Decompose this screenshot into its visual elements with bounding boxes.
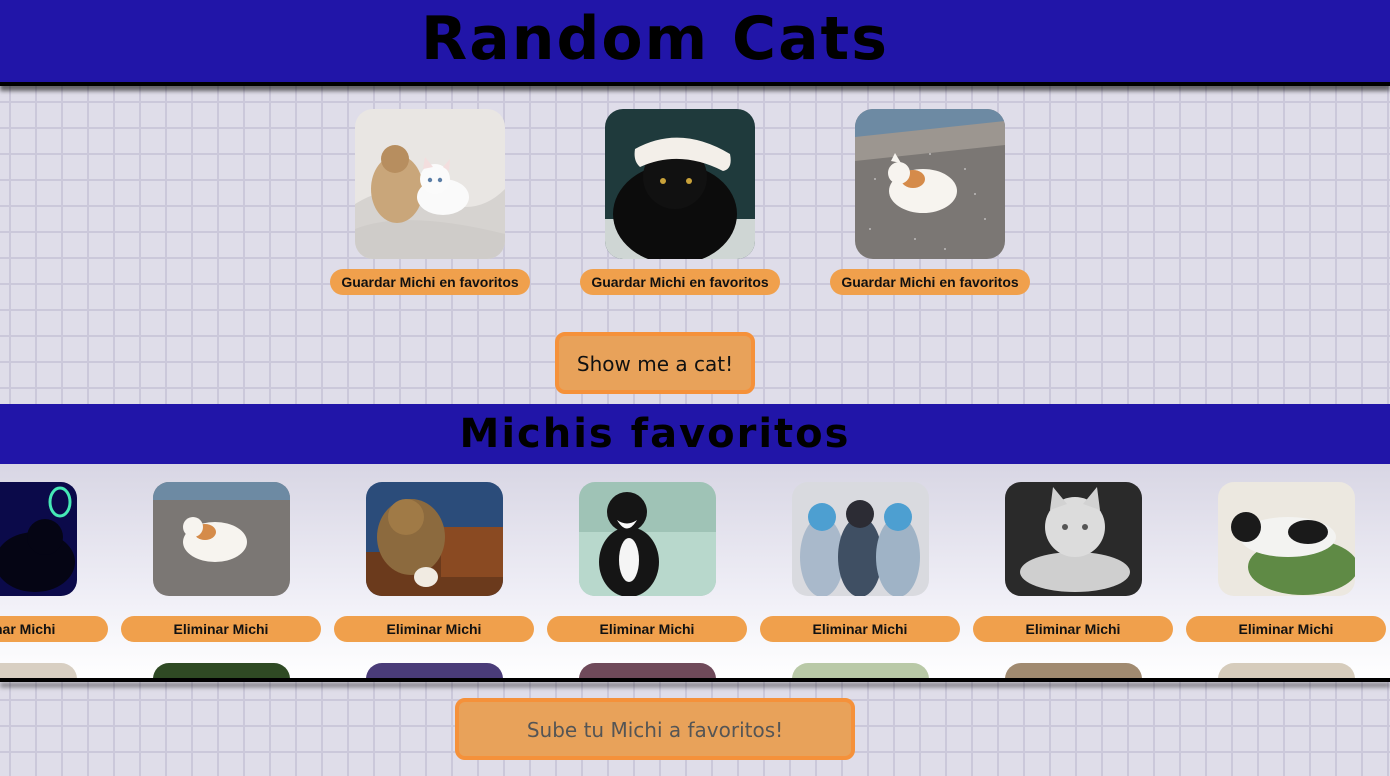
- favorite-cat-image: [792, 482, 929, 596]
- favorite-card: Eliminar Michi: [1186, 482, 1386, 642]
- favorite-card: Eliminar Michi: [121, 482, 321, 642]
- favorites-title: Michis favoritos: [459, 411, 851, 457]
- random-cat-image: [355, 109, 505, 259]
- delete-favorite-button[interactable]: Eliminar Michi: [0, 616, 108, 642]
- favorite-cat-image: [1218, 482, 1355, 596]
- page-title: Random Cats: [421, 4, 889, 74]
- save-favorite-button[interactable]: Guardar Michi en favoritos: [580, 269, 780, 295]
- save-favorite-button[interactable]: Guardar Michi en favoritos: [330, 269, 530, 295]
- delete-favorite-button[interactable]: Eliminar Michi: [973, 616, 1173, 642]
- favorite-cat-image: [1005, 482, 1142, 596]
- favorites-header: Michis favoritos: [0, 404, 1390, 468]
- upload-favorite-button[interactable]: Sube tu Michi a favoritos!: [455, 698, 855, 760]
- favorites-bottom-border: [0, 678, 1390, 682]
- favorite-cat-image: [0, 482, 77, 596]
- favorite-cat-image: [1218, 663, 1355, 678]
- favorite-cat-image: [0, 663, 77, 678]
- favorite-card: Eliminar Michi: [973, 482, 1173, 642]
- delete-favorite-button[interactable]: Eliminar Michi: [547, 616, 747, 642]
- favorite-cat-image: [579, 663, 716, 678]
- random-cat-image: [605, 109, 755, 259]
- random-cat-image: [855, 109, 1005, 259]
- favorite-cat-image: [792, 663, 929, 678]
- favorite-cat-image: [1005, 663, 1142, 678]
- delete-favorite-button[interactable]: Eliminar Michi: [1186, 616, 1386, 642]
- favorite-card: Eliminar Michi: [0, 482, 108, 642]
- favorite-card: Eliminar Michi: [760, 482, 960, 642]
- favorite-card: Eliminar Michi: [547, 482, 747, 642]
- delete-favorite-button[interactable]: Eliminar Michi: [121, 616, 321, 642]
- favorite-cat-image: [153, 482, 290, 596]
- favorite-card: Eliminar Michi: [334, 482, 534, 642]
- favorite-cat-image: [366, 663, 503, 678]
- top-header: Random Cats: [0, 0, 1390, 86]
- random-cat-card: Guardar Michi en favoritos: [830, 109, 1030, 299]
- favorite-cat-image: [153, 663, 290, 678]
- favorite-cat-image: [579, 482, 716, 596]
- delete-favorite-button[interactable]: Eliminar Michi: [334, 616, 534, 642]
- favorite-cat-image: [366, 482, 503, 596]
- show-cat-button[interactable]: Show me a cat!: [555, 332, 755, 394]
- favorites-grid[interactable]: Eliminar Michi Eliminar Michi: [0, 464, 1390, 678]
- random-cat-card: Guardar Michi en favoritos: [330, 109, 530, 299]
- delete-favorite-button[interactable]: Eliminar Michi: [760, 616, 960, 642]
- save-favorite-button[interactable]: Guardar Michi en favoritos: [830, 269, 1030, 295]
- random-cat-card: Guardar Michi en favoritos: [580, 109, 780, 299]
